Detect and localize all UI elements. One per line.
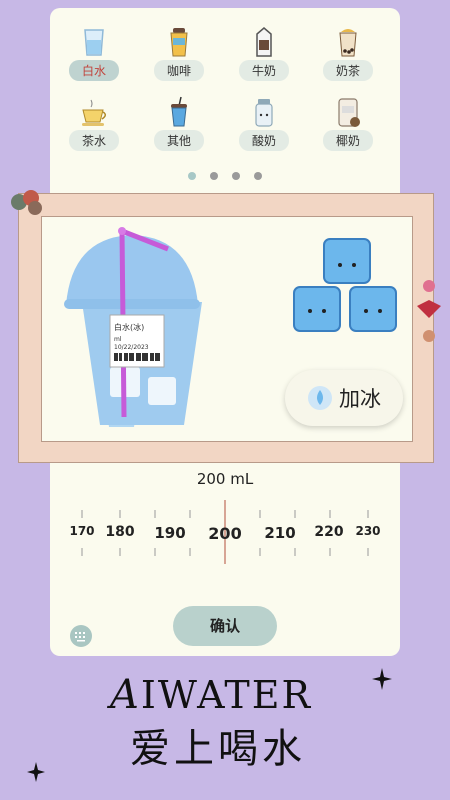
ruler-tick-label: 190	[154, 524, 186, 542]
brand-rest: IWATER	[140, 673, 313, 717]
milk-tea-icon	[339, 29, 357, 57]
ruler-tick-label: 230	[355, 524, 381, 538]
ruler-tick-label: 220	[314, 524, 344, 540]
drink-coconut-milk[interactable]: 椰奶	[313, 96, 383, 151]
add-ice-button[interactable]: 加冰	[285, 370, 403, 426]
ribbon-ornament-icon	[417, 280, 441, 342]
drink-label: 椰奶	[323, 130, 373, 151]
barcode	[114, 353, 160, 361]
cup-label-name: 白水(冰)	[114, 322, 144, 332]
page-dot[interactable]	[254, 172, 262, 180]
milk-carton-icon	[256, 27, 272, 57]
drink-coffee[interactable]: 咖啡	[144, 26, 214, 81]
cup-label-date: 10/22/2023	[114, 344, 149, 351]
drink-tea[interactable]: 茶水	[59, 96, 129, 151]
holly-ornament-icon	[11, 190, 42, 215]
brand-chinese: 爱上喝水	[130, 726, 306, 772]
ruler-tick-label: 170	[69, 524, 95, 538]
brand-initial: A	[110, 672, 141, 718]
volume-ruler[interactable]: 170 180 190 200 210 220 230	[50, 498, 400, 568]
page-dot[interactable]	[232, 172, 240, 180]
drink-milk[interactable]: 牛奶	[229, 26, 299, 81]
ruler-tick-label: 200	[208, 524, 242, 543]
water-drop-icon	[308, 386, 332, 410]
drink-yogurt[interactable]: 酸奶	[229, 96, 299, 151]
drink-label: 茶水	[69, 130, 119, 151]
page-dot-active[interactable]	[188, 172, 196, 180]
yogurt-jar-icon	[255, 99, 273, 127]
drink-label: 酸奶	[239, 130, 289, 151]
soda-cup-icon	[171, 96, 187, 127]
drink-water[interactable]: 白水	[59, 26, 129, 81]
drink-label: 奶茶	[323, 60, 373, 81]
drink-milk-tea[interactable]: 奶茶	[313, 26, 383, 81]
page-indicator	[50, 172, 400, 180]
water-glass-icon	[84, 29, 104, 56]
drink-label: 其他	[154, 130, 204, 151]
volume-readout: 200 mL	[196, 470, 254, 488]
drink-type-grid: 白水 咖啡 牛奶 奶茶 茶水 其他 酸奶 椰奶	[50, 8, 400, 168]
ruler-tick-label: 180	[105, 524, 135, 540]
drink-label: 咖啡	[154, 60, 204, 81]
confirm-button[interactable]: 确认	[173, 606, 277, 646]
add-ice-label: 加冰	[339, 387, 381, 411]
drink-label: 白水	[69, 60, 119, 81]
keyboard-icon[interactable]	[70, 625, 92, 647]
sparkle-icon	[27, 762, 45, 782]
cup-label-unit: ml	[114, 336, 122, 343]
drink-other[interactable]: 其他	[144, 96, 214, 151]
sparkle-icon	[372, 668, 392, 690]
brand-english: AIWATER	[110, 672, 312, 718]
page-dot[interactable]	[210, 172, 218, 180]
coconut-milk-icon	[338, 98, 360, 127]
coffee-cup-icon	[170, 28, 188, 57]
ruler-tick-label: 210	[264, 524, 296, 542]
tea-cup-icon	[82, 99, 106, 126]
ice-cubes-illustration	[293, 238, 397, 332]
keyboard-glyph	[75, 632, 85, 642]
drink-label: 牛奶	[239, 60, 289, 81]
